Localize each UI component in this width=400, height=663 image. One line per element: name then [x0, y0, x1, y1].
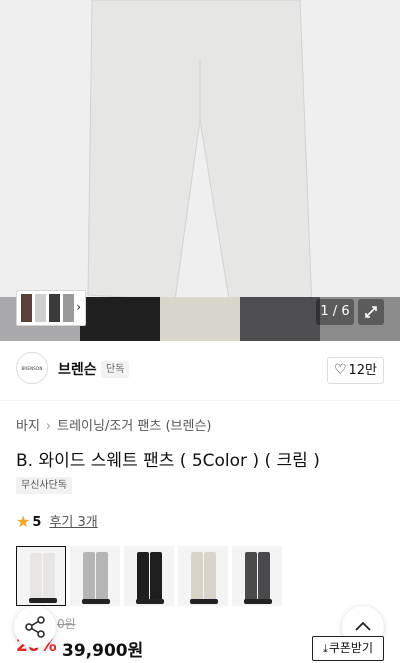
chevron-right-icon: ›	[45, 419, 52, 434]
gallery-thumbnail-strip[interactable]: ›	[16, 290, 86, 326]
brand-logo[interactable]: BRENSON	[16, 352, 48, 384]
expand-button[interactable]	[358, 299, 384, 325]
sale-price: 39,900원	[62, 641, 144, 661]
coupon-label: 쿠폰받기	[328, 641, 374, 655]
download-icon: ⤓	[322, 642, 328, 655]
exclusive-tag: 무신사단독	[16, 477, 72, 494]
share-button[interactable]	[14, 606, 56, 648]
breadcrumb-subcategory[interactable]: 트레이닝/조거 팬츠 (브렌슨)	[57, 419, 211, 434]
brand-name[interactable]: 브렌슨	[58, 359, 97, 379]
breadcrumb: 바지 › 트레이닝/조거 팬츠 (브렌슨)	[16, 415, 211, 434]
color-option-black[interactable]	[124, 546, 174, 606]
original-price: 0원	[57, 617, 76, 631]
color-option-charcoal[interactable]	[232, 546, 282, 606]
fold-color-2	[80, 297, 160, 341]
color-option-melange-grey[interactable]	[70, 546, 120, 606]
image-counter: 1 / 6	[316, 299, 354, 325]
strip-thumb-2	[35, 294, 46, 322]
product-title: B. 와이드 스웨트 팬츠 ( 5Color ) ( 크림 )	[16, 451, 320, 471]
brand-row: BRENSON 브렌슨 단독 ♡ 12만	[0, 341, 400, 401]
brand-exclusive-badge: 단독	[101, 361, 130, 378]
expand-icon	[365, 306, 377, 318]
chevron-right-icon: ›	[76, 300, 81, 314]
breadcrumb-category[interactable]: 바지	[16, 419, 40, 434]
strip-thumb-1	[21, 294, 32, 322]
heart-icon: ♡	[333, 362, 347, 378]
review-link[interactable]: 후기 3개	[49, 515, 97, 530]
like-count: 12만	[348, 363, 378, 378]
strip-thumb-4	[63, 294, 74, 322]
color-option-cream[interactable]	[16, 546, 66, 606]
share-icon	[25, 616, 45, 638]
rating-score: 5	[32, 515, 42, 530]
color-option-oatmeal[interactable]	[178, 546, 228, 606]
product-image-gallery[interactable]: › 1 / 6	[0, 0, 400, 341]
rating-row: ★ 5 후기 3개	[16, 511, 98, 531]
coupon-button[interactable]: ⤓쿠폰받기	[312, 636, 384, 661]
brand-like-button[interactable]: ♡ 12만	[327, 357, 384, 384]
strip-thumb-3	[49, 294, 60, 322]
fold-color-3	[160, 297, 240, 341]
fold-color-4	[240, 297, 320, 341]
color-options	[16, 546, 282, 606]
star-icon: ★	[16, 512, 31, 531]
